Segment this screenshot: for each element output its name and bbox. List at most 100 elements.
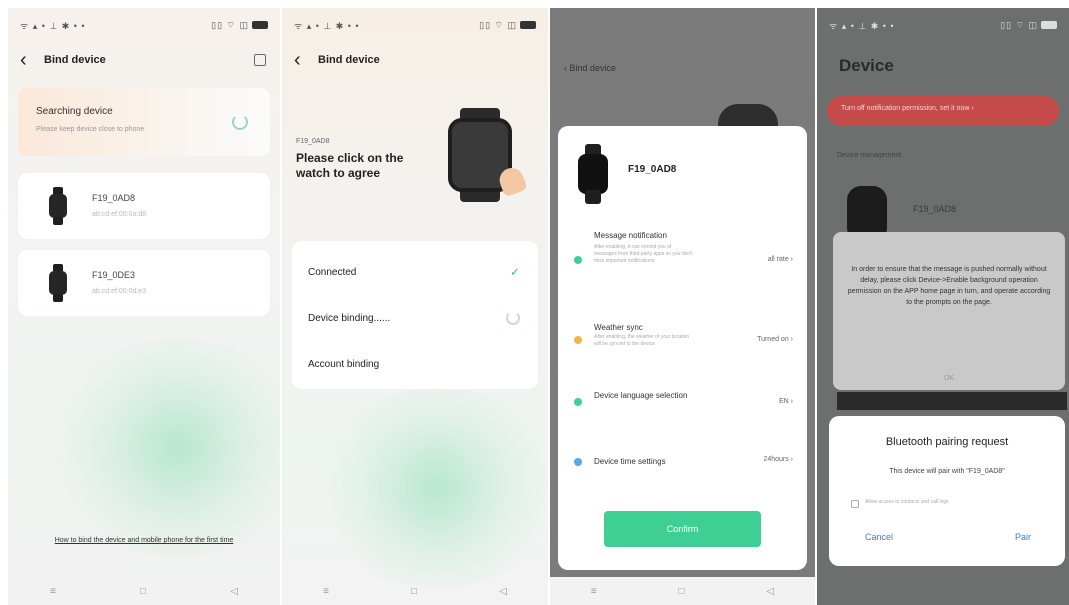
confirm-button[interactable]: Confirm — [604, 511, 761, 547]
watch-tap-illustration-icon — [446, 108, 528, 202]
checkmark-icon: ✓ — [509, 265, 520, 279]
binding-steps-card: Connected ✓ Device binding...... Account… — [292, 241, 538, 389]
device-name: F19_0DE3 — [92, 270, 136, 280]
searching-card: Searching device Please keep device clos… — [18, 88, 270, 156]
status-icons-left: ᯤ ▴ • ⊥ ✱ • • — [294, 20, 360, 31]
setting-weather-sync[interactable]: Weather sync After enabling, the weather… — [574, 322, 793, 368]
language-icon — [574, 398, 582, 406]
watch-icon — [578, 144, 608, 204]
device-list-item[interactable]: F19_0DE3 ab:cd:ef:00:0d:e3 — [18, 250, 270, 316]
back-arrow-icon[interactable]: ‹ — [294, 50, 312, 70]
device-name: F19_0AD8 — [628, 164, 677, 175]
watchface-strip — [837, 392, 1067, 410]
home-icon[interactable]: □ — [140, 586, 146, 597]
help-link[interactable]: How to bind the device and mobile phone … — [28, 536, 260, 546]
status-icons-left: ᯤ ▴ • ⊥ ✱ • • — [20, 20, 86, 31]
device-model: F19_0AD8 — [296, 138, 330, 145]
agree-instruction: Please click on the watch to agree — [296, 151, 404, 180]
setting-message-notification[interactable]: Message notification After enabling, it … — [574, 230, 793, 294]
watch-icon — [48, 264, 68, 302]
setting-label: Device time settings — [594, 457, 666, 466]
setting-value[interactable]: EN › — [779, 398, 793, 405]
screen-bluetooth-pairing: ᯤ ▴ • ⊥ ✱ • • ▯▯ ⌔ ◫ Device Turn off not… — [817, 8, 1069, 605]
info-message: In order to ensure that the message is p… — [847, 266, 1051, 306]
system-nav-bar: ≡ □ ◁ — [8, 577, 280, 605]
setting-description: After enabling, it can remind you of mes… — [594, 244, 693, 264]
pair-button[interactable]: Pair — [1015, 532, 1031, 542]
page-title: Device — [839, 56, 894, 75]
status-icons-left: ᯤ ▴ • ⊥ ✱ • • — [829, 20, 895, 31]
status-icons-right: ▯▯ ⌔ ◫ — [211, 20, 268, 31]
permission-warning-banner[interactable]: Turn off notification permission, set it… — [827, 96, 1059, 126]
step-account-binding: Account binding — [308, 359, 380, 370]
searching-title: Searching device — [36, 106, 113, 117]
permission-info-dialog: In order to ensure that the message is p… — [833, 232, 1065, 390]
battery-icon — [520, 21, 536, 30]
notification-icon — [574, 256, 582, 264]
home-icon[interactable]: □ — [679, 586, 685, 597]
setting-description: After enabling, the weather of your loca… — [594, 334, 690, 347]
dialog-title: Bluetooth pairing request — [885, 436, 1009, 448]
setting-label: Device language selection — [594, 391, 688, 400]
device-address: ab:cd:ef:00:0a:d8 — [92, 211, 147, 218]
banner-text: Turn off notification permission, set it… — [841, 105, 974, 112]
screen-binding-progress: ᯤ ▴ • ⊥ ✱ • • ▯▯ ⌔ ◫ ‹ Bind device F19_0… — [282, 8, 548, 605]
device-name: F19_0AD8 — [92, 193, 136, 203]
setting-value[interactable]: 24hours › — [763, 456, 793, 463]
battery-icon — [1041, 21, 1057, 30]
back-icon[interactable]: ◁ — [499, 586, 507, 597]
scan-icon[interactable] — [254, 54, 266, 66]
bluetooth-pairing-dialog: Bluetooth pairing request This device wi… — [829, 416, 1065, 566]
setting-value[interactable]: all rate › — [768, 256, 793, 263]
status-icons-right: ▯▯ ⌔ ◫ — [479, 20, 536, 31]
header: ‹ Bind device — [20, 50, 266, 70]
setting-device-language[interactable]: Device language selection EN › — [574, 390, 793, 418]
battery-icon — [252, 21, 268, 30]
loading-spinner-icon — [232, 114, 248, 130]
searching-hint: Please keep device close to phone — [36, 126, 145, 133]
step-device-binding: Device binding...... — [308, 313, 391, 324]
background-glow — [312, 388, 548, 588]
dialog-message: This device will pair with "F19_0AD8" — [889, 468, 1005, 475]
cancel-button[interactable]: Cancel — [865, 532, 893, 542]
weather-icon — [574, 336, 582, 344]
agree-prompt: F19_0AD8 Please click on the watch to ag… — [296, 138, 426, 181]
page-title: Bind device — [569, 63, 617, 73]
device-list-item[interactable]: F19_0AD8 ab:cd:ef:00:0a:d8 — [18, 173, 270, 239]
settings-dialog: F19_0AD8 Message notification After enab… — [558, 126, 807, 570]
setting-value[interactable]: Turned on › — [757, 336, 793, 343]
setting-label: Weather sync — [594, 323, 643, 332]
system-nav-bar: ≡ □ ◁ — [550, 577, 815, 605]
home-icon[interactable]: □ — [411, 586, 417, 597]
header: ‹ Bind device — [294, 50, 534, 70]
dimmed-header: ‹ Bind device — [564, 63, 616, 73]
screenshot-stage: ᯤ ▴ • ⊥ ✱ • • ▯▯ ⌔ ◫ ‹ Bind device Searc… — [0, 0, 1069, 605]
system-nav-bar: ≡ □ ◁ — [282, 577, 548, 605]
watch-icon — [48, 187, 68, 225]
step-connected: Connected — [308, 267, 357, 278]
section-title: Device management — [837, 152, 902, 159]
back-arrow-icon[interactable]: ‹ — [20, 50, 38, 70]
checkbox-label: Allow access to contacts and call logs — [865, 499, 949, 505]
info-ok-button[interactable]: OK — [833, 375, 1065, 382]
setting-label: Message notification — [594, 231, 667, 240]
background-glow — [48, 338, 280, 558]
setting-device-time[interactable]: Device time settings 24hours › — [574, 456, 793, 472]
recents-icon[interactable]: ≡ — [323, 586, 329, 597]
clock-icon — [574, 458, 582, 466]
status-bar: ᯤ ▴ • ⊥ ✱ • • ▯▯ ⌔ ◫ — [20, 18, 268, 32]
screen-device-search: ᯤ ▴ • ⊥ ✱ • • ▯▯ ⌔ ◫ ‹ Bind device Searc… — [8, 8, 280, 605]
loading-spinner-icon — [506, 311, 520, 325]
status-icons-right: ▯▯ ⌔ ◫ — [1000, 20, 1057, 31]
status-bar: ᯤ ▴ • ⊥ ✱ • • ▯▯ ⌔ ◫ — [829, 18, 1057, 32]
device-name: F19_0AD8 — [913, 204, 957, 214]
page-title: Bind device — [44, 54, 106, 66]
back-icon[interactable]: ◁ — [766, 586, 774, 597]
screen-initial-settings: ‹ Bind device F19_0AD8 Message notificat… — [550, 8, 815, 605]
recents-icon[interactable]: ≡ — [591, 586, 597, 597]
status-bar: ᯤ ▴ • ⊥ ✱ • • ▯▯ ⌔ ◫ — [294, 18, 536, 32]
recents-icon[interactable]: ≡ — [50, 586, 56, 597]
back-icon[interactable]: ◁ — [230, 586, 238, 597]
allow-contacts-checkbox[interactable] — [851, 500, 859, 508]
page-title: Bind device — [318, 54, 380, 66]
